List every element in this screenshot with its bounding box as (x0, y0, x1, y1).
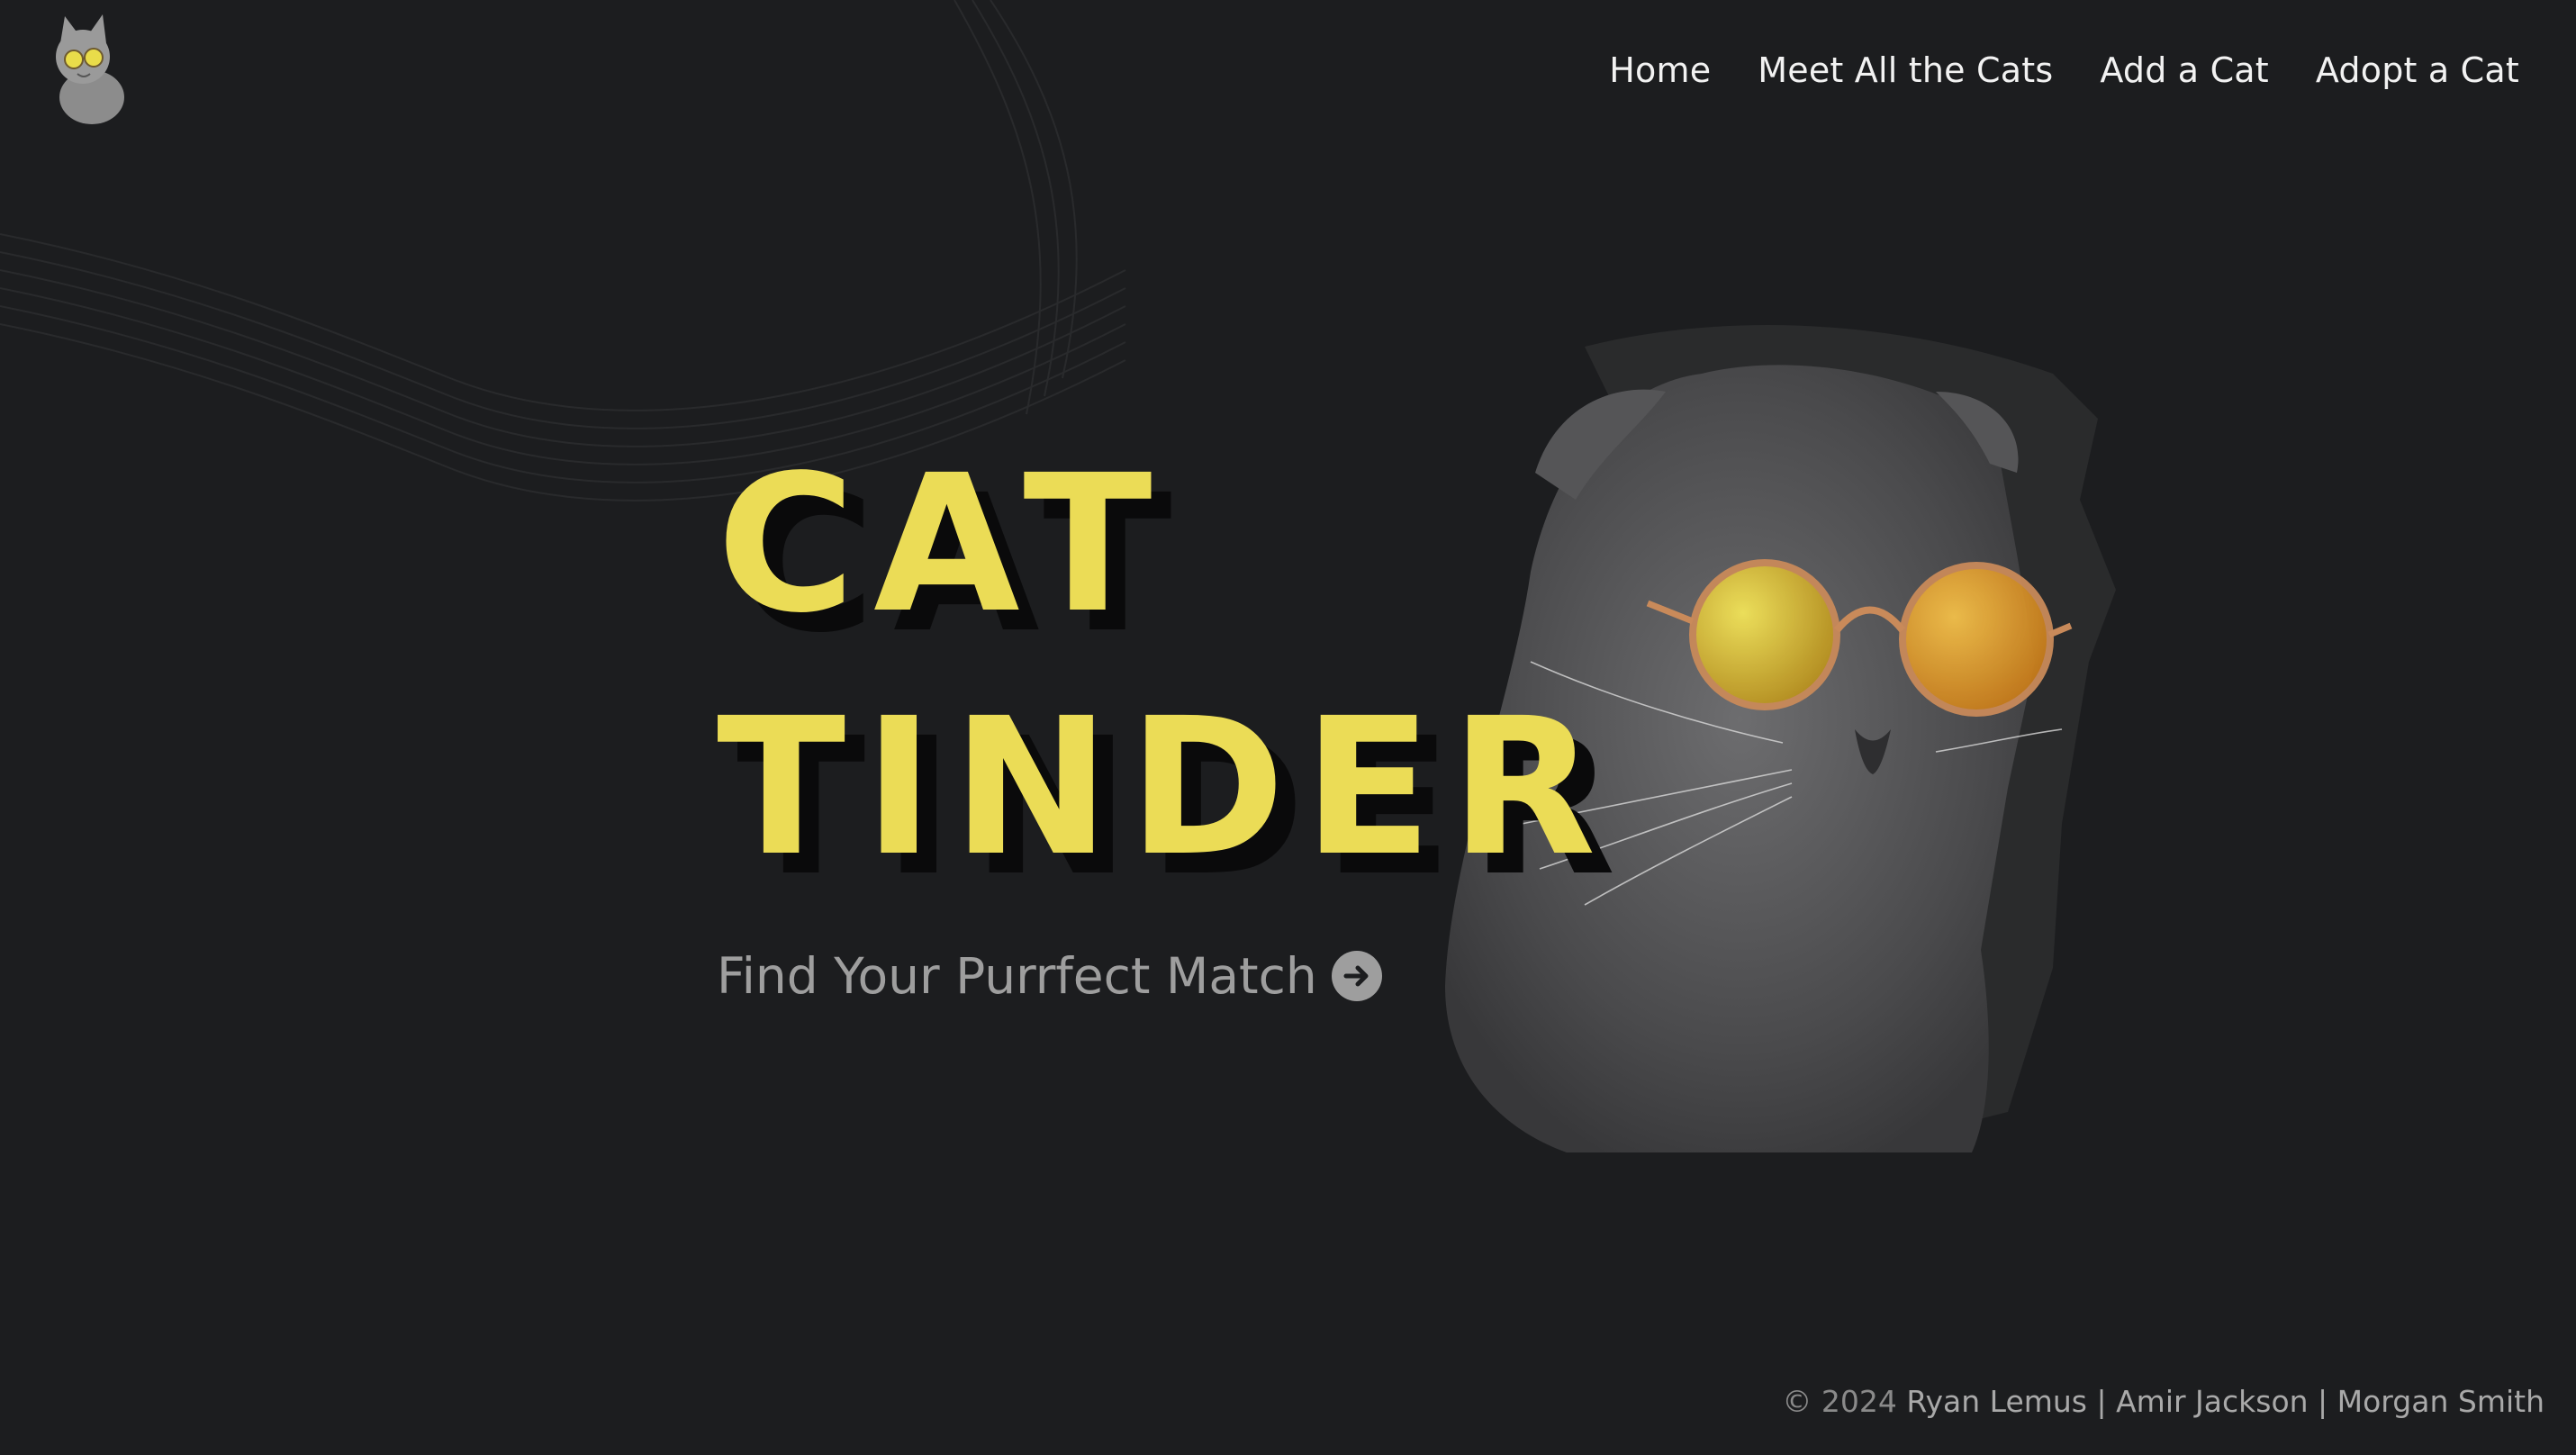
main-nav: Home Meet All the Cats Add a Cat Adopt a… (1609, 50, 2519, 90)
cat-logo-icon[interactable] (38, 7, 137, 124)
hero-title: CAT TINDER (717, 423, 1614, 909)
footer: © 2024 Ryan Lemus | Amir Jackson | Morga… (1782, 1384, 2544, 1419)
footer-authors: Ryan Lemus | Amir Jackson | Morgan Smith (1906, 1384, 2544, 1419)
footer-copyright: © 2024 (1782, 1384, 1897, 1419)
hero-title-line2: TINDER (717, 677, 1614, 898)
hero-title-line1: CAT (717, 434, 1170, 655)
arrow-right-circle-icon[interactable] (1331, 951, 1382, 1001)
find-match-link[interactable]: Find Your Purrfect Match (717, 947, 1382, 1005)
nav-add-cat[interactable]: Add a Cat (2100, 50, 2269, 90)
nav-adopt-cat[interactable]: Adopt a Cat (2316, 50, 2519, 90)
tagline-text: Find Your Purrfect Match (717, 947, 1317, 1005)
nav-home[interactable]: Home (1609, 50, 1711, 90)
nav-meet-all-cats[interactable]: Meet All the Cats (1758, 50, 2053, 90)
page: Home Meet All the Cats Add a Cat Adopt a… (0, 0, 2576, 1455)
